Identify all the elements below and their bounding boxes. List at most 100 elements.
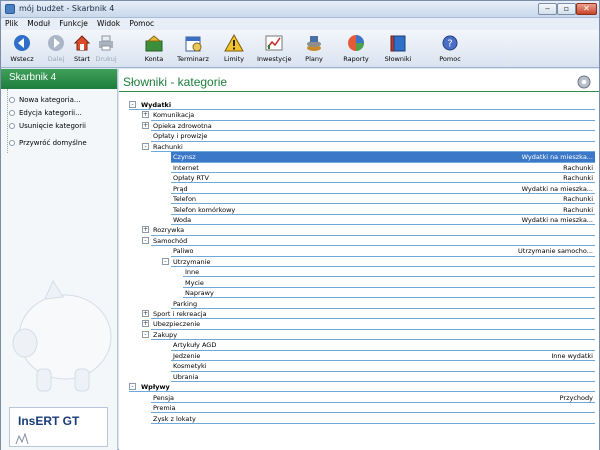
category-row[interactable]: - Rachunki: [142, 142, 595, 153]
category-group-row[interactable]: - Wydatki: [129, 100, 595, 111]
module-terminarz-button[interactable]: Terminarz: [176, 33, 210, 63]
expand-icon[interactable]: +: [142, 320, 149, 328]
category-row[interactable]: Zysk z lokaty: [151, 414, 595, 424]
category-row[interactable]: Jedzenie Inne wydatki: [171, 351, 595, 362]
category-row[interactable]: Woda Wydatki na mieszka...: [171, 215, 595, 226]
category-row[interactable]: Parking: [171, 299, 595, 309]
sidebar-item-delete-category[interactable]: Usunięcie kategorii: [9, 122, 86, 130]
category-name: Opłaty RTV: [173, 174, 209, 183]
category-name: Opieka zdrowotna: [153, 121, 212, 130]
category-row[interactable]: Telefon Rachunki: [171, 194, 595, 205]
menu-funkcje[interactable]: Funkcje: [55, 18, 91, 28]
category-row[interactable]: Paliwo Utrzymanie samocho...: [171, 246, 595, 257]
menu-plik[interactable]: Plik: [1, 18, 21, 28]
investments-icon: [265, 35, 283, 51]
window-title: mój budżet - Skarbnik 4: [19, 4, 115, 13]
menu-widok[interactable]: Widok: [93, 18, 123, 28]
collapse-icon[interactable]: -: [162, 257, 169, 265]
category-row[interactable]: - Zakupy: [142, 330, 595, 341]
category-row[interactable]: Pensja Przychody: [151, 393, 595, 403]
forward-button[interactable]: Dalej: [41, 33, 71, 63]
bullet-icon: [9, 97, 15, 103]
svg-text:?: ?: [447, 39, 452, 50]
category-name: Opłaty i prowizje: [153, 132, 208, 141]
terminarz-label: Terminarz: [177, 55, 209, 63]
sidebar-item-edit-category[interactable]: Edycja kategorii...: [9, 109, 82, 117]
category-row[interactable]: Czynsz Wydatki na mieszka...: [171, 152, 595, 163]
app-window: mój budżet - Skarbnik 4 ‒ ▫ ✕ Plik Moduł…: [0, 0, 600, 450]
category-row[interactable]: Naprawy: [183, 288, 595, 299]
category-row[interactable]: - Utrzymanie: [162, 257, 595, 268]
collapse-icon[interactable]: -: [142, 330, 149, 338]
category-name: Jedzenie: [173, 351, 201, 360]
piggy-bank-image: [12, 279, 112, 392]
category-group-row[interactable]: - Wpływy: [129, 382, 595, 393]
menu-modul[interactable]: Moduł: [23, 18, 53, 28]
collapse-icon[interactable]: -: [129, 383, 136, 391]
category-parent-value: Wydatki na mieszka...: [521, 153, 593, 162]
category-row[interactable]: + Opieka zdrowotna: [142, 121, 595, 132]
expand-icon[interactable]: +: [142, 226, 149, 234]
category-row[interactable]: Opłaty i prowizje: [151, 131, 595, 142]
module-plany-button[interactable]: Plany: [301, 33, 327, 63]
category-row[interactable]: + Sport i rekreacja: [142, 309, 595, 320]
print-button[interactable]: Drukuj: [93, 33, 119, 63]
close-button[interactable]: ✕: [576, 3, 597, 15]
category-name: Zakupy: [153, 330, 178, 339]
collapse-icon[interactable]: -: [129, 101, 136, 108]
module-konta-button[interactable]: Konta: [139, 33, 169, 63]
category-row[interactable]: Ubrania: [171, 372, 595, 382]
sidebar-item-restore-defaults[interactable]: Przywróć domyślne: [9, 139, 87, 147]
category-parent-value: Przychody: [559, 393, 593, 402]
category-row[interactable]: Mycie: [183, 278, 595, 288]
reports-icon: [348, 35, 364, 51]
category-name: Komunikacja: [153, 111, 195, 120]
category-row[interactable]: Inne: [183, 267, 595, 278]
app-icon: [5, 4, 15, 14]
category-row[interactable]: Opłaty RTV Rachunki: [171, 173, 595, 184]
help-button[interactable]: ? Pomoc: [438, 33, 462, 63]
category-name: Paliwo: [173, 247, 194, 256]
category-name: Telefon komórkowy: [173, 205, 236, 214]
main-panel: Słowniki - kategorie - Wydatki + Komunikacj…: [119, 69, 599, 450]
category-name: Ubezpieczenie: [153, 320, 201, 329]
category-row[interactable]: Premia: [151, 403, 595, 414]
category-row[interactable]: - Samochód: [142, 236, 595, 247]
start-button[interactable]: Start: [69, 33, 95, 63]
maximize-button[interactable]: ▫: [557, 3, 576, 15]
category-row[interactable]: Telefon komórkowy Rachunki: [171, 205, 595, 215]
category-name: Naprawy: [185, 289, 214, 298]
menu-pomoc[interactable]: Pomoc: [125, 18, 157, 28]
minimize-button[interactable]: ‒: [538, 3, 557, 15]
toolbar: Wstecz Dalej Start Drukuj Konta Terminar…: [1, 30, 599, 68]
category-name: Samochód: [153, 236, 188, 245]
category-name: Zysk z lokaty: [153, 414, 196, 423]
module-raporty-button[interactable]: Raporty: [341, 33, 371, 63]
expand-icon[interactable]: +: [142, 310, 149, 317]
module-slowniki-button[interactable]: Słowniki: [381, 33, 415, 63]
category-row[interactable]: + Ubezpieczenie: [142, 319, 595, 330]
settings-gear-icon[interactable]: [576, 74, 592, 90]
category-row[interactable]: Kosmetyki: [171, 361, 595, 372]
category-row[interactable]: + Komunikacja: [142, 110, 595, 121]
collapse-icon[interactable]: -: [142, 236, 149, 244]
collapse-icon[interactable]: -: [142, 142, 149, 150]
module-inwestycje-button[interactable]: Inwestycje: [257, 33, 292, 63]
module-limity-button[interactable]: Limity: [221, 33, 247, 63]
expand-icon[interactable]: +: [142, 111, 149, 119]
category-row[interactable]: Artykuły AGD: [171, 340, 595, 351]
category-row[interactable]: Internet Rachunki: [171, 163, 595, 173]
sidebar-item-new-category[interactable]: Nowa kategoria...: [9, 96, 81, 104]
back-button[interactable]: Wstecz: [7, 33, 37, 63]
expand-icon[interactable]: +: [142, 121, 149, 129]
category-row[interactable]: Prąd Wydatki na mieszka...: [171, 184, 595, 194]
category-parent-value: Rachunki: [563, 174, 593, 183]
category-name: Rachunki: [153, 142, 183, 151]
inwestycje-label: Inwestycje: [257, 55, 292, 63]
limity-label: Limity: [224, 55, 244, 63]
sidebar-item-label: Edycja kategorii...: [19, 109, 82, 117]
forward-label: Dalej: [47, 55, 65, 63]
menu-bar: Plik Moduł Funkcje Widok Pomoc: [1, 18, 599, 30]
print-label: Drukuj: [95, 55, 117, 63]
category-row[interactable]: + Rozrywka: [142, 225, 595, 236]
